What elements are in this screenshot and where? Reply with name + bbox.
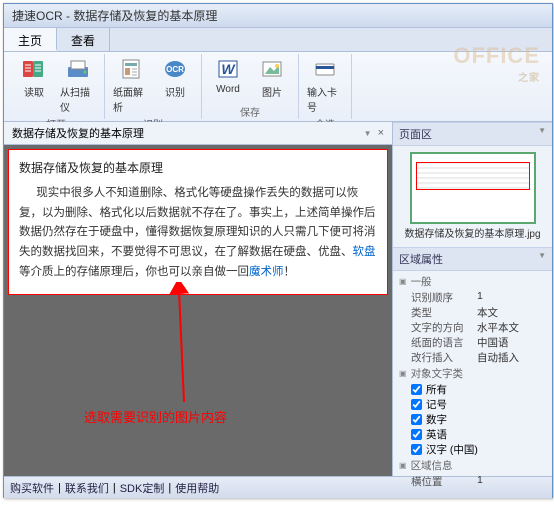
- ocr-button[interactable]: OCR 识别: [155, 54, 195, 116]
- prop-row: 文字的方向水平本文: [397, 320, 548, 335]
- page-thumbnail[interactable]: [410, 152, 536, 224]
- check-chinese: 汉字 (中国): [397, 442, 548, 457]
- page-analysis-button[interactable]: 纸面解析: [111, 54, 151, 116]
- check-all: 所有: [397, 382, 548, 397]
- read-button[interactable]: 读取: [14, 54, 54, 116]
- prop-row: 改行插入自动插入: [397, 350, 548, 365]
- annotation-text: 选取需要识别的图片内容: [84, 407, 227, 426]
- page-icon: [117, 56, 145, 82]
- scanner-button[interactable]: 从扫描仪: [58, 54, 98, 116]
- check-number: 数字: [397, 412, 548, 427]
- link-buy[interactable]: 购买软件: [10, 480, 54, 496]
- ocr-icon: OCR: [161, 56, 189, 82]
- book-icon: [20, 56, 48, 82]
- right-panel: 页面区▼ 数据存储及恢复的基本原理.jpg 区域属性▼ ▣一般 识别顺序1 类型…: [392, 122, 552, 476]
- group-chars[interactable]: ▣对象文字类: [397, 365, 548, 382]
- card-icon: [311, 56, 339, 82]
- prop-row: 识别顺序1: [397, 290, 548, 305]
- link-magician[interactable]: 魔术师: [249, 266, 284, 278]
- link-floppy[interactable]: 软盘: [353, 246, 376, 258]
- image-icon: [258, 56, 286, 82]
- prop-row: 纸面的语言中国语: [397, 335, 548, 350]
- pages-section-title: 页面区▼: [393, 122, 552, 146]
- svg-text:W: W: [221, 61, 236, 77]
- dropdown-icon[interactable]: ▼: [364, 129, 372, 138]
- svg-text:OCR: OCR: [166, 65, 184, 74]
- card-button[interactable]: 输入卡号: [305, 54, 345, 116]
- prop-row: 横位置1: [397, 474, 548, 489]
- link-sdk[interactable]: SDK定制: [120, 480, 165, 496]
- link-contact[interactable]: 联系我们: [65, 480, 109, 496]
- document-tab[interactable]: 数据存储及恢复的基本原理 ▼ ×: [4, 122, 392, 145]
- close-icon[interactable]: ×: [378, 127, 384, 139]
- group-general[interactable]: ▣一般: [397, 273, 548, 290]
- doc-title: 数据存储及恢复的基本原理: [19, 158, 377, 178]
- main-panel: 数据存储及恢复的基本原理 ▼ × 数据存储及恢复的基本原理 现实中很多人不知道删…: [4, 122, 392, 476]
- tab-home[interactable]: 主页: [4, 28, 57, 51]
- group-save-label: 保存: [240, 104, 260, 119]
- scanner-icon: [64, 56, 92, 82]
- tab-view[interactable]: 查看: [57, 28, 110, 51]
- watermark: OFFICE之家: [453, 43, 540, 84]
- image-button[interactable]: 图片: [252, 54, 292, 101]
- check-english: 英语: [397, 427, 548, 442]
- word-button[interactable]: W Word: [208, 54, 248, 101]
- prop-row: 类型本文: [397, 305, 548, 320]
- props-section-title: 区域属性▼: [393, 247, 552, 271]
- thumbnail-label: 数据存储及恢复的基本原理.jpg: [399, 228, 546, 241]
- document-content[interactable]: 数据存储及恢复的基本原理 现实中很多人不知道删除、格式化等硬盘操作丢失的数据可以…: [8, 149, 388, 295]
- word-icon: W: [214, 56, 242, 82]
- doc-body: 现实中很多人不知道删除、格式化等硬盘操作丢失的数据可以恢复，以为删除、格式化以后…: [19, 184, 377, 282]
- annotation-arrow: [154, 282, 254, 412]
- window-title: 捷速OCR - 数据存储及恢复的基本原理: [12, 9, 217, 23]
- link-help[interactable]: 使用帮助: [175, 480, 219, 496]
- group-region[interactable]: ▣区域信息: [397, 457, 548, 474]
- check-symbol: 记号: [397, 397, 548, 412]
- titlebar: 捷速OCR - 数据存储及恢复的基本原理: [4, 4, 552, 28]
- ribbon: 读取 从扫描仪 打开 纸面解析 OCR 识别 识别: [4, 52, 552, 122]
